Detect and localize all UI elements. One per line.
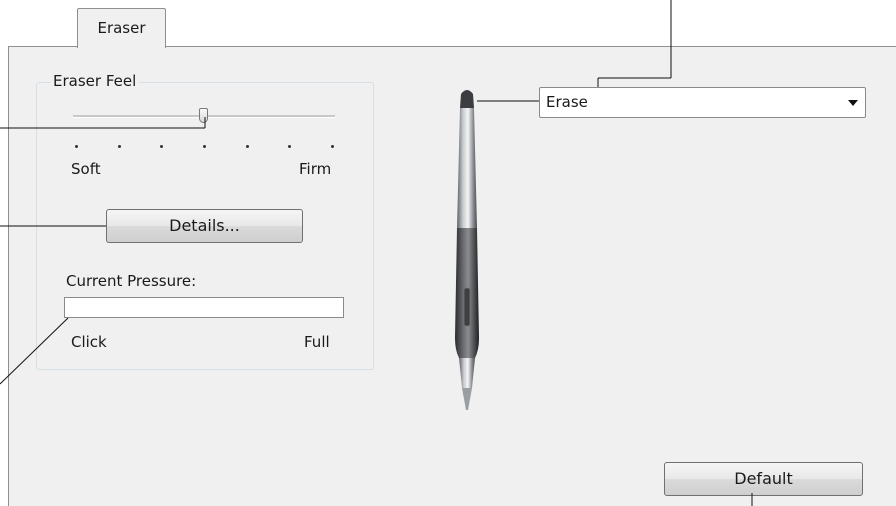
eraser-feel-slider-thumb[interactable]	[199, 108, 208, 123]
tab-eraser[interactable]: Eraser	[77, 8, 166, 48]
slider-tick	[117, 145, 121, 148]
eraser-function-value: Erase	[546, 93, 588, 111]
eraser-feel-legend: Eraser Feel	[50, 72, 140, 90]
pen-illustration-icon	[455, 90, 479, 410]
full-label: Full	[304, 333, 330, 351]
details-button[interactable]: Details...	[106, 209, 303, 243]
slider-tick	[75, 145, 78, 148]
slider-tick	[245, 145, 249, 148]
eraser-function-dropdown[interactable]: Erase	[539, 87, 866, 118]
current-pressure-bar	[64, 297, 344, 318]
soft-label: Soft	[71, 160, 101, 178]
firm-label: Firm	[299, 160, 332, 178]
current-pressure-label: Current Pressure:	[66, 272, 197, 290]
slider-tick	[331, 145, 334, 148]
chevron-down-icon[interactable]	[848, 100, 858, 106]
slider-tick	[203, 145, 206, 148]
click-label: Click	[71, 333, 107, 351]
default-button[interactable]: Default	[664, 462, 863, 496]
